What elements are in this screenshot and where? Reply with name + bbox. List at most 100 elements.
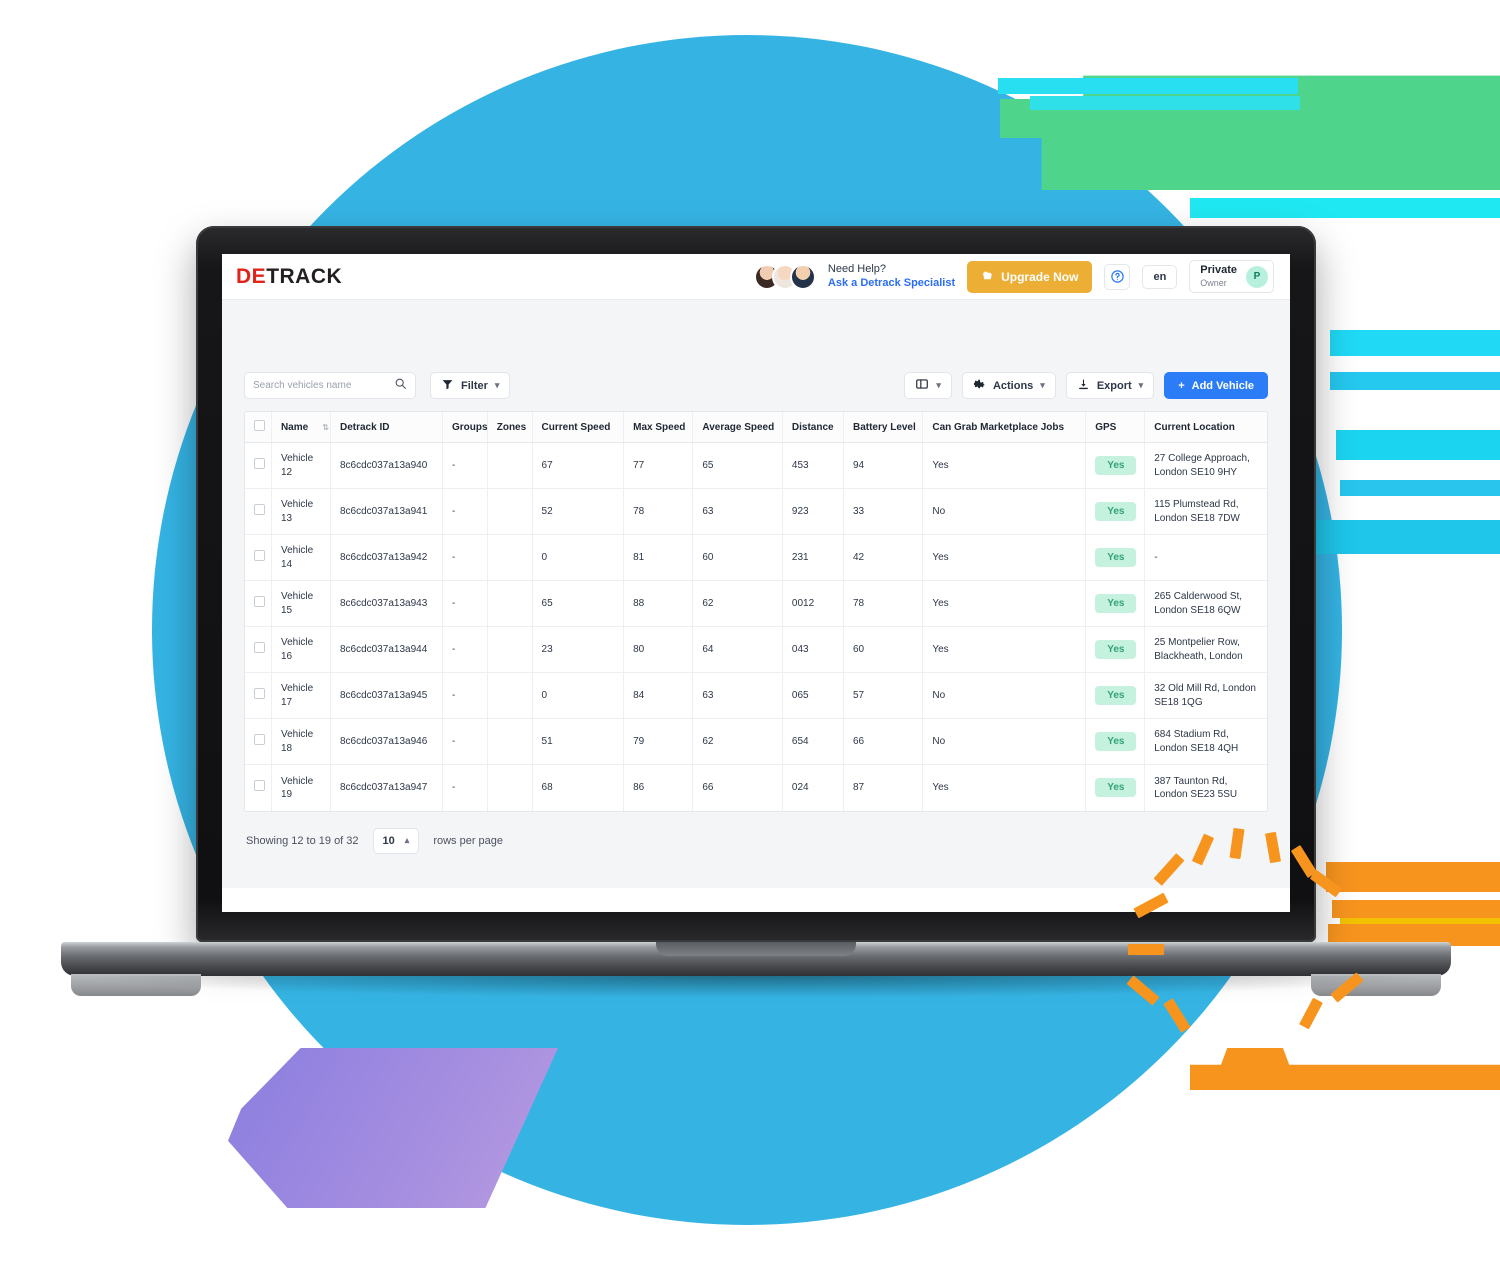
table-row[interactable]: Vehicle 17 8c6cdc037a13a945-0 84 63 065 57 No Y… bbox=[245, 672, 1267, 719]
row-checkbox-cell[interactable] bbox=[245, 626, 272, 673]
checkbox-icon[interactable] bbox=[254, 503, 265, 515]
rows-per-page-label: rows per page bbox=[433, 834, 504, 847]
cell-gps: Yes bbox=[1085, 672, 1146, 719]
cell-groups: - bbox=[442, 626, 488, 673]
cell-groups: - bbox=[442, 764, 488, 811]
language-selector[interactable]: en bbox=[1142, 264, 1178, 289]
column-header-current-location[interactable]: Current Location bbox=[1144, 412, 1267, 443]
actions-button[interactable]: Actions ▾ bbox=[961, 372, 1056, 399]
column-header-detrack-id[interactable]: Detrack ID bbox=[330, 412, 443, 443]
specialist-avatars bbox=[753, 263, 816, 290]
table-row[interactable]: Vehicle 14 8c6cdc037a13a942-0 81 60 231 42 Yes… bbox=[245, 534, 1267, 581]
column-header-groups[interactable]: Groups bbox=[442, 412, 488, 443]
cell-groups: - bbox=[442, 534, 488, 581]
select-all-header[interactable] bbox=[245, 412, 272, 443]
cell-detrack-id: 8c6cdc037a13a946 bbox=[330, 718, 443, 765]
column-header-current-speed[interactable]: Current Speed bbox=[532, 412, 625, 443]
cell-current-speed: 67 bbox=[532, 442, 625, 489]
export-button[interactable]: Export ▾ bbox=[1065, 372, 1155, 399]
cell-distance: 231 bbox=[782, 534, 844, 581]
cell-battery-level: 42 bbox=[843, 534, 924, 581]
cell-current-speed: 0 bbox=[532, 534, 625, 581]
column-header-can-grab[interactable]: Can Grab Marketplace Jobs bbox=[922, 412, 1087, 443]
cell-can-grab-marketplace-jobs: Yes bbox=[922, 534, 1087, 581]
column-header-distance[interactable]: Distance bbox=[782, 412, 844, 443]
cell-battery-level: 60 bbox=[843, 626, 924, 673]
cell-groups: - bbox=[442, 580, 488, 627]
plus-icon: + bbox=[1178, 379, 1185, 392]
checkbox-icon[interactable] bbox=[254, 457, 265, 469]
row-checkbox-cell[interactable] bbox=[245, 442, 272, 489]
need-help-label: Need Help? bbox=[827, 262, 887, 275]
cell-current-location: 684 Stadium Rd, London SE18 4QH bbox=[1144, 718, 1267, 765]
cell-current-location: 387 Taunton Rd, London SE23 5SU bbox=[1154, 775, 1238, 800]
checkbox-icon[interactable] bbox=[254, 595, 265, 607]
cell-can-grab-marketplace-jobs: Yes bbox=[922, 580, 1087, 627]
table-body: Vehicle 12 8c6cdc037a13a940-67 77 65 453 94 Ye… bbox=[245, 442, 1267, 811]
cyan-stripe bbox=[1340, 480, 1500, 496]
rows-per-page-select[interactable]: 10 ▴ bbox=[372, 827, 420, 854]
checkbox-icon[interactable] bbox=[254, 641, 265, 653]
columns-button[interactable]: ▾ bbox=[904, 372, 952, 399]
download-icon bbox=[1077, 378, 1090, 394]
row-checkbox-cell[interactable] bbox=[245, 672, 272, 719]
filter-button[interactable]: Filter ▾ bbox=[430, 372, 511, 399]
row-checkbox-cell[interactable] bbox=[245, 534, 272, 581]
row-checkbox-cell[interactable] bbox=[245, 718, 272, 765]
ask-specialist-link[interactable]: Ask a Detrack Specialist bbox=[828, 277, 955, 291]
cell-max-speed: 80 bbox=[623, 626, 694, 673]
table-row[interactable]: Vehicle 18 8c6cdc037a13a946-51 79 62 654 66 No… bbox=[245, 718, 1267, 765]
column-header-battery-level[interactable]: Battery Level bbox=[843, 412, 924, 443]
help-button[interactable] bbox=[1104, 263, 1131, 290]
table-row[interactable]: Vehicle 15 8c6cdc037a13a943-65 88 62 0012 78 Y… bbox=[245, 580, 1267, 627]
checkbox-icon[interactable] bbox=[254, 687, 265, 699]
table-row[interactable]: Vehicle 19 8c6cdc037a13a947-68 86 66 024 87 Ye… bbox=[245, 764, 1267, 811]
filter-icon bbox=[441, 378, 454, 394]
laptop-mockup: DE TRACK Need Help? Ask a Detrack Special… bbox=[61, 226, 1451, 998]
column-header-name[interactable]: Name ⇅ bbox=[271, 412, 331, 443]
add-vehicle-label: Add Vehicle bbox=[1191, 379, 1254, 392]
actions-label: Actions bbox=[992, 379, 1034, 392]
search-input[interactable] bbox=[253, 380, 388, 391]
checkbox-icon[interactable] bbox=[254, 549, 265, 561]
toolbar-right-group: ▾ Actions ▾ Export ▾ + Add Vehicle bbox=[904, 372, 1268, 399]
row-checkbox-cell[interactable] bbox=[245, 488, 272, 535]
cell-gps: Yes bbox=[1085, 626, 1146, 673]
table-row[interactable]: Vehicle 12 8c6cdc037a13a940-67 77 65 453 94 Ye… bbox=[245, 442, 1267, 489]
app-header: DE TRACK Need Help? Ask a Detrack Special… bbox=[222, 254, 1290, 300]
cell-vehicle-name: Vehicle 13 bbox=[271, 488, 331, 535]
showing-range-label: Showing 12 to 19 of 32 bbox=[246, 834, 359, 847]
sort-icon[interactable]: ⇅ bbox=[322, 423, 329, 432]
cell-zones bbox=[487, 672, 533, 719]
table-footer: Showing 12 to 19 of 32 10 ▴ rows per pag… bbox=[244, 812, 1268, 870]
add-vehicle-button[interactable]: + Add Vehicle bbox=[1164, 372, 1268, 399]
status-badge: Yes bbox=[1095, 547, 1137, 568]
laptop-lid: DE TRACK Need Help? Ask a Detrack Special… bbox=[196, 226, 1316, 942]
user-menu[interactable]: Private Owner P bbox=[1189, 260, 1274, 293]
purple-shape bbox=[228, 1048, 558, 1208]
cell-detrack-id: 8c6cdc037a13a941 bbox=[330, 488, 443, 535]
column-header-zones[interactable]: Zones bbox=[487, 412, 533, 443]
cell-can-grab-marketplace-jobs: No bbox=[922, 488, 1087, 535]
checkbox-icon[interactable] bbox=[254, 733, 265, 745]
cell-max-speed: 79 bbox=[623, 718, 694, 765]
vehicles-table-container: Name ⇅ Detrack ID Groups Zones Current Sp… bbox=[244, 411, 1268, 812]
logo-text-de: DE bbox=[236, 264, 267, 288]
row-checkbox-cell[interactable] bbox=[245, 580, 272, 627]
column-header-average-speed[interactable]: Average Speed bbox=[692, 412, 783, 443]
table-row[interactable]: Vehicle 13 8c6cdc037a13a941-52 78 63 923 33 No… bbox=[245, 488, 1267, 535]
chevron-down-icon: ▾ bbox=[1040, 380, 1045, 390]
row-checkbox-cell[interactable] bbox=[245, 764, 272, 811]
cell-vehicle-name: Vehicle 18 bbox=[271, 718, 331, 765]
column-header-gps[interactable]: GPS bbox=[1085, 412, 1146, 443]
checkbox-icon[interactable] bbox=[254, 780, 265, 792]
columns-icon bbox=[915, 377, 929, 394]
column-header-max-speed[interactable]: Max Speed bbox=[623, 412, 694, 443]
cell-current-speed: 68 bbox=[532, 764, 625, 811]
upgrade-now-button[interactable]: Upgrade Now bbox=[967, 260, 1093, 293]
search-box[interactable] bbox=[244, 372, 416, 399]
checkbox-icon[interactable] bbox=[254, 420, 265, 431]
filter-label: Filter bbox=[461, 379, 488, 392]
cell-detrack-id: 8c6cdc037a13a942 bbox=[330, 534, 443, 581]
table-row[interactable]: Vehicle 16 8c6cdc037a13a944-23 80 64 043 60 Ye… bbox=[245, 626, 1267, 673]
